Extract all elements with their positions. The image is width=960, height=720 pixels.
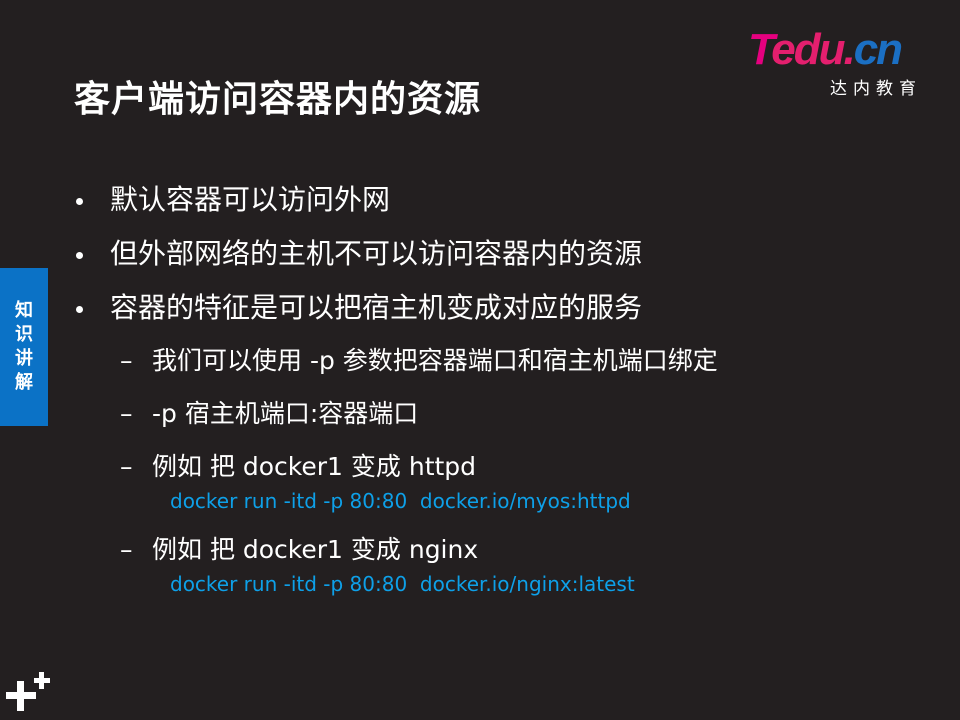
logo-letter-t: T [748,25,773,74]
bullet-text: 但外部网络的主机不可以访问容器内的资源 [110,237,643,270]
sub-item: – 我们可以使用 -p 参数把容器端口和宿主机端口绑定 [74,340,934,393]
sub-item-text: -p 宿主机端口:容器端口 [152,399,419,428]
logo-text-cn: cn [853,25,903,74]
plus-logo-icon [6,672,52,716]
bullet-item: 默认容器可以访问外网 [74,178,934,232]
sub-item-text: 例如 把 docker1 变成 nginx [152,535,479,564]
sub-item: – 例如 把 docker1 变成 httpd [74,446,934,499]
dash-icon: – [120,399,133,428]
sub-item-text: 我们可以使用 -p 参数把容器端口和宿主机端口绑定 [152,346,718,375]
slide-title: 客户端访问容器内的资源 [74,79,482,120]
bullet-dot-icon [76,306,83,313]
dash-icon: – [120,535,133,564]
bullet-dot-icon [76,252,83,259]
bullet-text: 默认容器可以访问外网 [110,183,391,216]
dash-icon: – [120,346,133,375]
sub-item-text: 例如 把 docker1 变成 httpd [152,452,477,481]
bullet-item: 容器的特征是可以把宿主机变成对应的服务 [74,286,934,340]
dash-icon: – [120,452,133,481]
logo-subtitle: 达内教育 [830,79,922,99]
tedu-logo: Tedu.cn 达内教育 [748,26,938,100]
side-tab-label: 知识讲解 [15,300,33,393]
logo-text-edu: edu. [771,25,855,74]
logo-wordmark: Tedu.cn [748,25,903,74]
bullet-text: 容器的特征是可以把宿主机变成对应的服务 [110,291,643,324]
bullet-item: 但外部网络的主机不可以访问容器内的资源 [74,232,934,286]
bullet-dot-icon [76,198,83,205]
side-tab: 知识讲解 [0,268,48,426]
sub-item: – -p 宿主机端口:容器端口 [74,393,934,446]
sub-item: – 例如 把 docker1 变成 nginx [74,529,934,582]
slide-content: 默认容器可以访问外网 但外部网络的主机不可以访问容器内的资源 容器的特征是可以把… [74,178,934,612]
